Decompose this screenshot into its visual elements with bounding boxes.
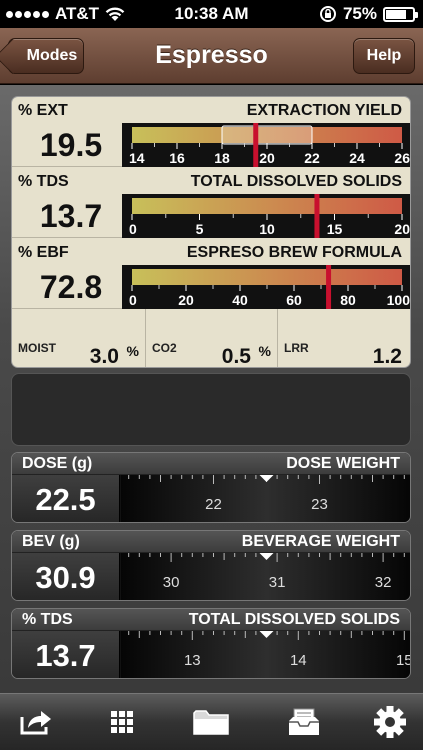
metric-unit: % EBF xyxy=(18,244,69,261)
input-header: % TDS TOTAL DISSOLVED SOLIDS xyxy=(12,609,410,631)
lrr-value: 1.2 xyxy=(372,345,402,368)
share-icon xyxy=(20,711,51,735)
metric-name: ESPRESO BREW FORMULA xyxy=(186,244,402,261)
ebf-gauge: 0 20 40 60 80 100 xyxy=(122,265,411,309)
gauge-bar xyxy=(132,269,402,285)
tds-value: 13.7 xyxy=(39,198,103,234)
navigation-bar: Modes Espresso Help xyxy=(0,28,423,84)
ruler-background xyxy=(121,475,410,522)
battery-icon xyxy=(383,6,418,22)
folder-icon xyxy=(193,710,229,735)
ruler-tick-label: 15 xyxy=(396,652,411,669)
beverage-value[interactable]: 30.9 xyxy=(12,553,120,600)
lrr-cell: LRR 1.2 xyxy=(278,309,410,368)
input-unit: % TDS xyxy=(22,611,73,628)
tds-gauge: 0 5 10 15 20 xyxy=(122,194,410,238)
tds-input: % TDS TOTAL DISSOLVED SOLIDS 13.7 13 14 15 xyxy=(11,608,411,679)
input-unit: DOSE (g) xyxy=(22,455,93,472)
ruler-tick-label: 14 xyxy=(290,652,307,669)
gauge-tick-label: 5 xyxy=(196,221,204,237)
extraction-yield-value: 19.5 xyxy=(39,127,103,163)
battery-percent: 75% xyxy=(342,4,377,23)
ruler-tick-label: 32 xyxy=(375,574,392,591)
co2-cell: CO2 0.5 % xyxy=(146,309,278,368)
metric-unit: % EXT xyxy=(18,102,68,119)
lrr-label: LRR xyxy=(284,341,309,355)
co2-value: 0.5 xyxy=(221,345,251,368)
moisture-cell: MOIST 3.0 % xyxy=(12,309,146,368)
dose-weight-input: DOSE (g) DOSE WEIGHT 22.5 22 23 xyxy=(11,452,411,523)
ebf-row: % EBF ESPRESO BREW FORMULA 72.8 0 20 40 60 8… xyxy=(12,239,411,309)
metric-unit: % TDS xyxy=(18,173,69,190)
co2-label: CO2 xyxy=(152,341,177,355)
grid-icon xyxy=(111,711,133,733)
gauge-tick-label: 10 xyxy=(259,221,275,237)
ruler-tick-label: 22 xyxy=(205,496,222,513)
ruler-tick-label: 31 xyxy=(269,574,286,591)
gauge-bar xyxy=(132,198,402,214)
rotation-lock-icon xyxy=(319,6,336,22)
extraction-yield-row: % EXT EXTRACTION YIELD 19.5 14 16 18 20 22 24… xyxy=(12,97,410,167)
ebf-value: 72.8 xyxy=(39,269,103,305)
inbox-button[interactable] xyxy=(282,702,326,742)
help-button[interactable]: Help xyxy=(353,38,415,74)
gauge-tick-label: 26 xyxy=(394,150,410,166)
gauge-tick-label: 14 xyxy=(129,150,145,166)
gauge-tick-label: 20 xyxy=(394,221,410,237)
inbox-icon xyxy=(289,708,319,735)
gauge-marker xyxy=(314,194,320,238)
tds-slider-ruler[interactable]: 13 14 15 xyxy=(121,631,411,679)
gauge-tick-label: 20 xyxy=(259,150,275,166)
ruler-tick-label: 23 xyxy=(311,496,328,513)
metric-name: EXTRACTION YIELD xyxy=(246,102,402,119)
gauge-tick-label: 16 xyxy=(169,150,185,166)
moisture-label: MOIST xyxy=(18,341,56,355)
metric-name: TOTAL DISSOLVED SOLIDS xyxy=(190,173,402,190)
status-bar: AT&T 10:38 AM 75% xyxy=(0,0,423,28)
ruler-background xyxy=(121,631,410,678)
gauge-tick-label: 15 xyxy=(327,221,343,237)
input-header: BEV (g) BEVERAGE WEIGHT xyxy=(12,531,410,553)
gauge-tick-label: 0 xyxy=(129,221,137,237)
extraction-yield-gauge: 14 16 18 20 22 24 26 xyxy=(122,123,410,167)
gauge-tick-label: 24 xyxy=(349,150,365,166)
input-name: DOSE WEIGHT xyxy=(286,455,400,472)
input-unit: BEV (g) xyxy=(22,533,80,550)
target-range-box xyxy=(221,125,313,145)
tds-row: % TDS TOTAL DISSOLVED SOLIDS 13.7 0 5 10 15… xyxy=(12,168,410,238)
ruler-tick-label: 30 xyxy=(163,574,180,591)
gauge-tick-label: 22 xyxy=(304,150,320,166)
folder-button[interactable] xyxy=(189,702,233,742)
settings-button[interactable] xyxy=(368,702,412,742)
moisture-value: 3.0 xyxy=(89,345,119,368)
beverage-slider-ruler[interactable]: 30 31 32 xyxy=(121,553,411,601)
co2-unit: % xyxy=(258,343,271,359)
moisture-unit: % xyxy=(126,343,139,359)
gear-icon xyxy=(374,706,406,738)
ruler-tick-label: 13 xyxy=(184,652,201,669)
bottom-toolbar xyxy=(0,693,423,750)
gauge-marker xyxy=(326,265,332,309)
gauge-tick-label: 100 xyxy=(387,292,411,308)
grid-button[interactable] xyxy=(100,702,144,742)
gauge-tick-label: 60 xyxy=(286,292,302,308)
share-button[interactable] xyxy=(14,702,58,742)
results-panel: % EXT EXTRACTION YIELD 19.5 14 16 18 20 22 24… xyxy=(11,96,411,368)
beverage-weight-input: BEV (g) BEVERAGE WEIGHT 30.9 30 31 32 xyxy=(11,530,411,601)
gauge-tick-label: 80 xyxy=(340,292,356,308)
dose-value[interactable]: 22.5 xyxy=(12,475,120,522)
gauge-tick-label: 40 xyxy=(232,292,248,308)
input-name: TOTAL DISSOLVED SOLIDS xyxy=(188,611,400,628)
dose-slider-ruler[interactable]: 22 23 xyxy=(121,475,411,523)
gauge-tick-label: 0 xyxy=(129,292,137,308)
tds-input-value[interactable]: 13.7 xyxy=(12,631,120,678)
gauge-tick-label: 18 xyxy=(214,150,230,166)
input-header: DOSE (g) DOSE WEIGHT xyxy=(12,453,410,475)
empty-display-panel xyxy=(11,373,411,446)
gauge-tick-label: 20 xyxy=(178,292,194,308)
input-name: BEVERAGE WEIGHT xyxy=(241,533,400,550)
gauge-marker xyxy=(253,123,259,167)
